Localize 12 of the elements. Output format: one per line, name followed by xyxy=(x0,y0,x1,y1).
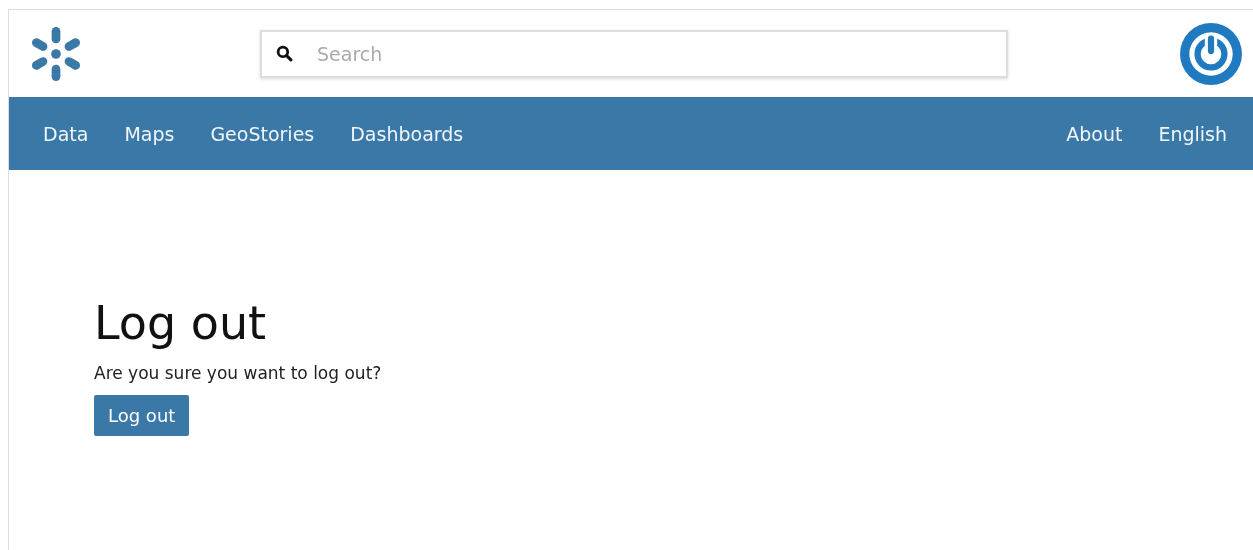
page-title: Log out xyxy=(94,298,268,349)
nav-link[interactable]: Maps xyxy=(106,122,193,145)
nav-link[interactable]: GeoStories xyxy=(192,122,333,145)
log-out-button[interactable]: Log out xyxy=(94,394,190,436)
search-field[interactable]: Search xyxy=(260,29,1008,78)
nav-link[interactable]: Dashboards xyxy=(332,122,482,145)
confirmation-message: Are you sure you want to log out? xyxy=(94,362,383,383)
power-icon[interactable] xyxy=(1180,22,1242,85)
nav-link[interactable]: Data xyxy=(25,122,107,145)
nav-link[interactable]: About xyxy=(1048,122,1141,145)
nav-link[interactable]: English xyxy=(1140,122,1245,145)
search-icon xyxy=(276,45,293,62)
